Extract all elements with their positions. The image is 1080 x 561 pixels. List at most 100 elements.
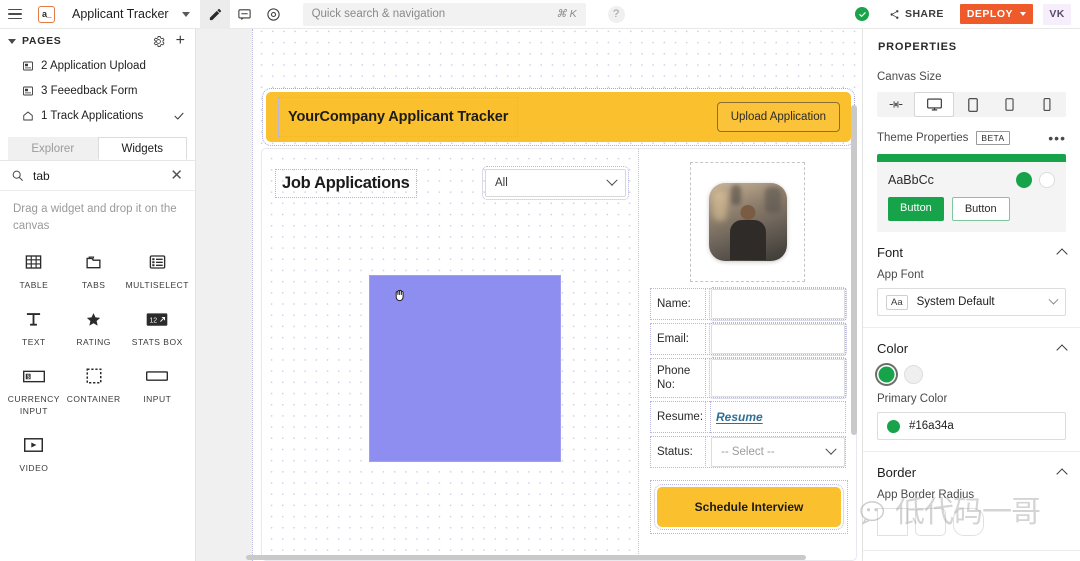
app-logo[interactable]: a_: [30, 0, 63, 29]
chevron-down-icon: [182, 12, 190, 17]
widget-video[interactable]: VIDEO: [4, 426, 64, 480]
email-input[interactable]: [711, 324, 845, 354]
comments-button[interactable]: [230, 0, 259, 29]
border-section-header[interactable]: Border: [863, 452, 1080, 480]
quick-search-input[interactable]: Quick search & navigation ⌘ K: [303, 3, 586, 26]
tabs-icon: [85, 251, 102, 273]
field-label: Phone No:: [651, 359, 705, 397]
widget-input[interactable]: INPUT: [124, 357, 191, 423]
gear-icon[interactable]: [152, 35, 165, 48]
theme-swatch-primary[interactable]: [1016, 172, 1032, 188]
applications-pane[interactable]: Job Applications All: [262, 149, 639, 560]
share-button[interactable]: SHARE: [883, 4, 950, 24]
phone-input[interactable]: [711, 359, 845, 397]
widget-drop-zone[interactable]: [369, 275, 561, 462]
canvas-size-options: [877, 92, 1066, 117]
tab-widgets[interactable]: Widgets: [98, 137, 188, 160]
sidebar-item-track-applications[interactable]: 1 Track Applications: [0, 103, 195, 128]
canvas-size-fluid[interactable]: [877, 92, 914, 117]
app-title[interactable]: Applicant Tracker: [63, 7, 174, 21]
chevron-down-icon: [1049, 294, 1059, 304]
hamburger-menu-button[interactable]: [0, 0, 30, 29]
canvas-size-tablet[interactable]: [991, 92, 1028, 117]
canvas-size-tablet-large[interactable]: [954, 92, 991, 117]
widget-currency-input[interactable]: $ CURRENCY INPUT: [4, 357, 64, 423]
widget-container[interactable]: CONTAINER: [64, 357, 124, 423]
add-page-button[interactable]: +: [176, 36, 185, 46]
tab-explorer[interactable]: Explorer: [8, 137, 98, 160]
theme-more-button[interactable]: •••: [1048, 134, 1066, 142]
theme-preview-top: AaBbCc: [888, 172, 1055, 188]
hamburger-icon: [8, 9, 22, 20]
page-title[interactable]: Job Applications: [276, 170, 416, 197]
color-section-header[interactable]: Color: [863, 328, 1080, 356]
close-icon[interactable]: ✕: [170, 168, 183, 183]
status-select[interactable]: -- Select --: [711, 437, 845, 467]
theme-button-outline[interactable]: Button: [952, 197, 1010, 221]
app-menu-dropdown[interactable]: [174, 0, 200, 29]
banner-title[interactable]: YourCompany Applicant Tracker: [279, 98, 517, 136]
input-icon: [146, 365, 168, 387]
widget-multiselect[interactable]: MULTISELECT: [124, 243, 191, 297]
canvas-vertical-scrollbar[interactable]: [851, 105, 857, 435]
theme-preview-card[interactable]: AaBbCc Button Button: [877, 154, 1066, 232]
shadow-section-header[interactable]: Shadow: [863, 551, 1080, 561]
help-button[interactable]: ?: [608, 6, 625, 23]
sidebar-item-feedback-form[interactable]: 3 Feeedback Form: [0, 78, 195, 103]
app-font-label: App Font: [863, 260, 1080, 281]
beta-badge: BETA: [976, 131, 1009, 145]
canvas-size-mobile[interactable]: [1029, 92, 1066, 117]
applicant-photo-box[interactable]: [691, 163, 804, 281]
border-radius-large[interactable]: [953, 508, 984, 536]
theme-button-filled[interactable]: Button: [888, 197, 944, 221]
widget-tabs[interactable]: TABS: [64, 243, 124, 297]
filter-select[interactable]: All: [485, 169, 626, 197]
widget-rating[interactable]: RATING: [64, 300, 124, 354]
preview-eye-icon: [266, 7, 281, 22]
multiselect-icon: [148, 251, 167, 273]
top-bar-right: SHARE DEPLOY VK: [855, 4, 1080, 25]
canvas-horizontal-scrollbar[interactable]: [246, 555, 806, 560]
theme-label: Theme Properties: [877, 132, 968, 144]
filter-value: All: [495, 177, 508, 189]
photo-bokeh: [713, 191, 727, 221]
main-body: PAGES + 2 Application Upload: [0, 29, 1080, 561]
schedule-interview-button[interactable]: Schedule Interview: [657, 487, 841, 527]
photo-figure-body: [730, 220, 766, 260]
resume-link[interactable]: Resume: [716, 410, 763, 424]
font-section-header[interactable]: Font: [863, 232, 1080, 260]
color-swatch-primary[interactable]: [877, 365, 896, 384]
widget-stats-box[interactable]: 12 STATS BOX: [124, 300, 191, 354]
preview-button[interactable]: [259, 0, 288, 29]
primary-color-field[interactable]: #16a34a: [877, 412, 1066, 440]
widget-text[interactable]: TEXT: [4, 300, 64, 354]
canvas-area[interactable]: YourCompany Applicant Tracker Upload App…: [196, 29, 862, 561]
pages-actions: +: [152, 35, 185, 48]
theme-preview-buttons: Button Button: [888, 197, 1055, 221]
border-radius-none[interactable]: [877, 508, 908, 536]
edit-mode-button[interactable]: [201, 0, 230, 29]
search-input[interactable]: tab: [33, 169, 161, 183]
left-sidebar: PAGES + 2 Application Upload: [0, 29, 196, 561]
upload-application-button[interactable]: Upload Application: [717, 102, 840, 132]
app-banner[interactable]: YourCompany Applicant Tracker Upload App…: [266, 92, 851, 142]
primary-color-label: Primary Color: [863, 384, 1080, 405]
sidebar-item-application-upload[interactable]: 2 Application Upload: [0, 53, 195, 78]
chevron-down-icon[interactable]: [8, 39, 16, 44]
widget-table[interactable]: TABLE: [4, 243, 64, 297]
name-input[interactable]: [711, 289, 845, 319]
color-swatch-background[interactable]: [904, 365, 923, 384]
theme-swatch-secondary[interactable]: [1039, 172, 1055, 188]
deploy-button[interactable]: DEPLOY: [960, 4, 1033, 24]
comment-icon: [237, 7, 252, 22]
resume-link-wrap[interactable]: Resume: [711, 402, 845, 432]
chevron-down-icon: [606, 175, 617, 186]
canvas-size-desktop[interactable]: [914, 92, 953, 117]
avatar[interactable]: VK: [1043, 4, 1071, 25]
field-label: Email:: [651, 324, 705, 354]
app-font-select[interactable]: Aa System Default: [877, 288, 1066, 316]
content-card: Job Applications All: [261, 148, 857, 561]
check-circle-icon: [858, 10, 867, 19]
border-radius-medium[interactable]: [915, 508, 946, 536]
field-label: Resume:: [651, 402, 705, 432]
